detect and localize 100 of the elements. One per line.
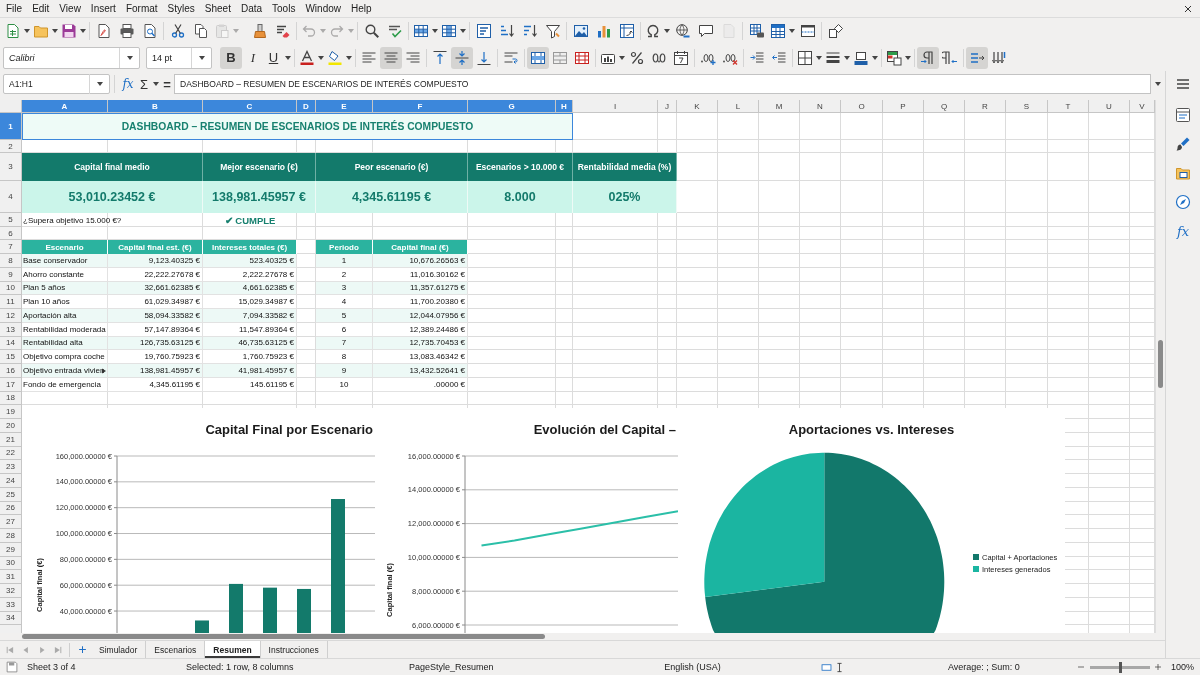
compass-icon (1175, 194, 1191, 210)
column-header[interactable]: P (883, 100, 924, 113)
row-header[interactable]: 31 (0, 570, 22, 584)
table-cell: 58,094.33582 € (108, 309, 203, 323)
row-header[interactable]: 16 (0, 364, 22, 378)
bold-button[interactable]: B (220, 46, 242, 69)
row-header[interactable]: 11 (0, 295, 22, 309)
align-middle-button[interactable] (451, 46, 473, 69)
row-header[interactable]: 12 (0, 309, 22, 323)
row-header[interactable]: 28 (0, 529, 22, 543)
row-header[interactable]: 24 (0, 474, 22, 488)
formula-button[interactable]: = (160, 74, 174, 94)
left-to-right-button[interactable] (917, 46, 939, 69)
row-header[interactable]: 7 (0, 240, 22, 254)
column-header[interactable]: A (22, 100, 108, 113)
menu-item[interactable]: Edit (27, 0, 55, 17)
column-header[interactable]: K (677, 100, 718, 113)
table-header: Periodo (316, 240, 373, 254)
table-cell: 1,760.75923 € (203, 350, 297, 364)
column-header[interactable]: H (556, 100, 573, 113)
sheet-tab[interactable]: Simulador (91, 641, 147, 658)
caret-icon (23, 29, 30, 33)
column-header[interactable]: L (718, 100, 759, 113)
menu-item[interactable]: File (1, 0, 28, 17)
column-header[interactable]: J (658, 100, 677, 113)
sheet-tab[interactable]: Resumen (205, 641, 261, 658)
sheet-tab[interactable]: Instrucciones (260, 641, 328, 658)
column-header[interactable]: R (965, 100, 1006, 113)
merge-center-button[interactable] (527, 46, 549, 69)
column-header[interactable]: G (468, 100, 556, 113)
menu-item[interactable]: Insert (85, 0, 121, 17)
functions-button[interactable]: fx (1171, 219, 1195, 243)
percent-icon (629, 49, 645, 66)
table-header: Capital final (€) (373, 240, 468, 254)
split-window-icon (799, 23, 816, 39)
row-header[interactable]: 32 (0, 584, 22, 598)
align-top-icon (432, 49, 448, 66)
sort-descending-icon (521, 23, 538, 39)
row-header[interactable]: 3 (0, 153, 22, 181)
column-header[interactable]: U (1089, 100, 1130, 113)
search-icon (363, 23, 380, 39)
language: English (USA) (664, 662, 721, 672)
caret-icon (815, 55, 822, 60)
dashboard-title[interactable]: DASHBOARD – RESUMEN DE ESCENARIOS DE INTERÉS COMPUESTO (22, 113, 573, 140)
caret-icon (51, 29, 58, 33)
slider-thumb[interactable] (1118, 661, 1122, 673)
row-header[interactable]: 5 (0, 213, 22, 227)
column-header[interactable]: B (108, 100, 203, 113)
column-header[interactable]: C (203, 100, 297, 113)
column-header[interactable]: S (1006, 100, 1048, 113)
column-header[interactable]: M (759, 100, 800, 113)
column-header[interactable]: N (800, 100, 841, 113)
menu-item[interactable]: Sheet (199, 0, 236, 17)
font-name-field[interactable]: Calibri (3, 46, 140, 69)
checkmark-lines-icon (386, 23, 403, 39)
merge-center-icon (530, 49, 546, 66)
menu-item[interactable]: Help (346, 0, 377, 17)
underline-button[interactable]: U (264, 46, 283, 69)
column-header[interactable]: V (1130, 100, 1155, 113)
menu-item[interactable]: View (54, 0, 86, 17)
row-header[interactable]: 15 (0, 350, 22, 364)
column-header[interactable]: I (573, 100, 658, 113)
skip-start-icon (5, 644, 15, 655)
formula-input[interactable]: DASHBOARD – RESUMEN DE ESCENARIOS DE INTERÉS COMPUESTO (174, 74, 1151, 94)
scrollbar-thumb[interactable] (22, 634, 545, 639)
row-header[interactable]: 27 (0, 515, 22, 529)
column-header[interactable]: O (841, 100, 883, 113)
row-header[interactable]: 4 (0, 181, 22, 213)
table-rows-icon (412, 23, 429, 39)
row-header[interactable]: 2 (0, 140, 22, 153)
row-header[interactable]: 23 (0, 460, 22, 474)
menu-item[interactable]: Tools (267, 0, 301, 17)
column-header[interactable]: E (316, 100, 373, 113)
menu-item[interactable]: Window (300, 0, 346, 17)
chart-title: Capital Final por Escenario (205, 422, 373, 437)
italic-button[interactable]: I (242, 46, 264, 69)
scrollbar-thumb[interactable] (1158, 340, 1163, 388)
row-header[interactable]: 19 (0, 405, 22, 419)
zoom-in-button[interactable] (1152, 661, 1164, 673)
sum-button[interactable]: Σ (137, 74, 151, 94)
row-header[interactable]: 20 (0, 419, 22, 433)
function-wizard-button[interactable]: fx (119, 74, 137, 94)
menu-item[interactable]: Data (235, 0, 268, 17)
row-header[interactable]: 8 (0, 254, 22, 268)
text-direction-button[interactable] (966, 46, 988, 69)
column-header[interactable]: D (297, 100, 316, 113)
menu-item[interactable]: Format (120, 0, 163, 17)
caret-icon (663, 29, 670, 33)
table-cell: 4 (316, 295, 373, 309)
document-icon (95, 23, 112, 39)
column-header[interactable]: Q (924, 100, 965, 113)
column-header[interactable]: F (373, 100, 468, 113)
cell-reference-field[interactable]: A1:H1 (3, 74, 110, 94)
window-list-icon (1175, 107, 1191, 123)
align-middle-icon (454, 49, 470, 66)
row-header[interactable]: 6 (0, 227, 22, 240)
menu-item[interactable]: Styles (162, 0, 200, 17)
font-size-field[interactable]: 14 pt (146, 46, 212, 69)
column-header[interactable]: T (1048, 100, 1089, 113)
row-header[interactable]: 1 (0, 113, 22, 140)
